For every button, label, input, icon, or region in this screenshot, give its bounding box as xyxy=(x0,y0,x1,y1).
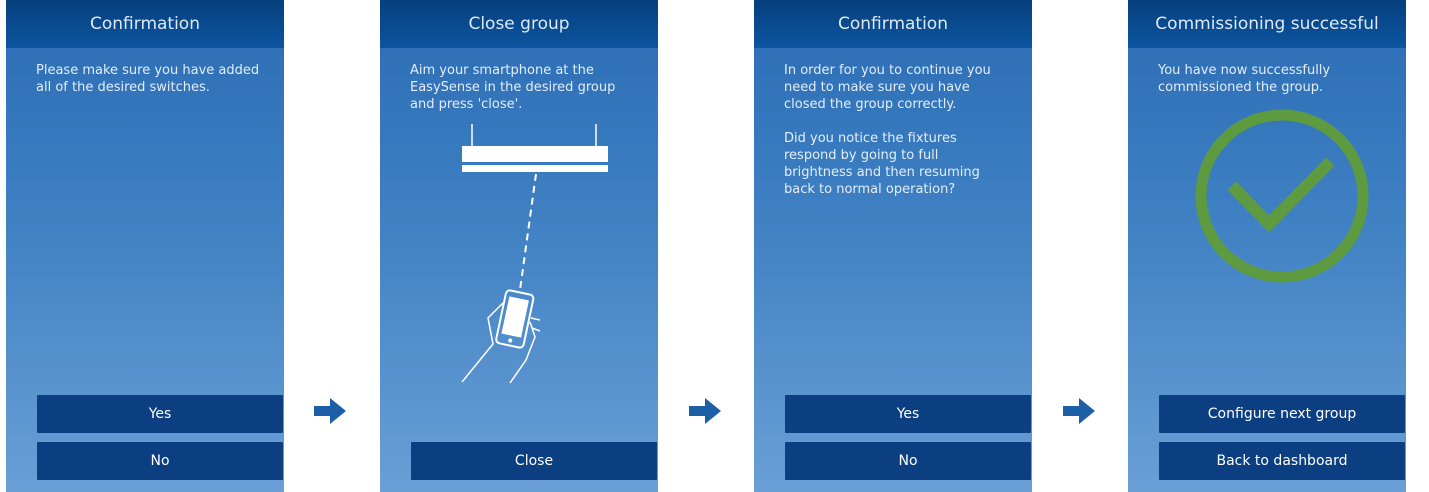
no-button[interactable]: No xyxy=(37,442,283,480)
screen-confirmation-group-closed: Confirmation In order for you to continu… xyxy=(754,0,1032,492)
no-button[interactable]: No xyxy=(785,442,1031,480)
screen-message: In order for you to continue you need to… xyxy=(784,62,1010,198)
message-text: In order for you to continue you need to… xyxy=(784,63,991,112)
screen-close-group: Close group Aim your smartphone at the E… xyxy=(380,0,658,492)
yes-button[interactable]: Yes xyxy=(37,395,283,433)
arrow-right-icon xyxy=(689,398,721,424)
message-text: Please make sure you have added all of t… xyxy=(36,63,260,95)
back-to-dashboard-button[interactable]: Back to dashboard xyxy=(1159,442,1405,480)
screen-message: Please make sure you have added all of t… xyxy=(36,62,262,96)
screen-title: Confirmation xyxy=(754,0,1032,48)
close-button[interactable]: Close xyxy=(411,442,657,480)
arrow-right-icon xyxy=(1063,398,1095,424)
message-text: Did you notice the fixtures respond by g… xyxy=(784,131,980,197)
configure-next-group-button[interactable]: Configure next group xyxy=(1159,395,1405,433)
screen-title: Confirmation xyxy=(6,0,284,48)
screen-confirmation-switches: Confirmation Please make sure you have a… xyxy=(6,0,284,492)
smartphone-aimed-at-easysense-icon xyxy=(461,124,608,384)
yes-button[interactable]: Yes xyxy=(785,395,1031,433)
arrow-right-icon xyxy=(314,398,346,424)
screen-commissioning-successful: Commissioning successful You have now su… xyxy=(1128,0,1406,492)
